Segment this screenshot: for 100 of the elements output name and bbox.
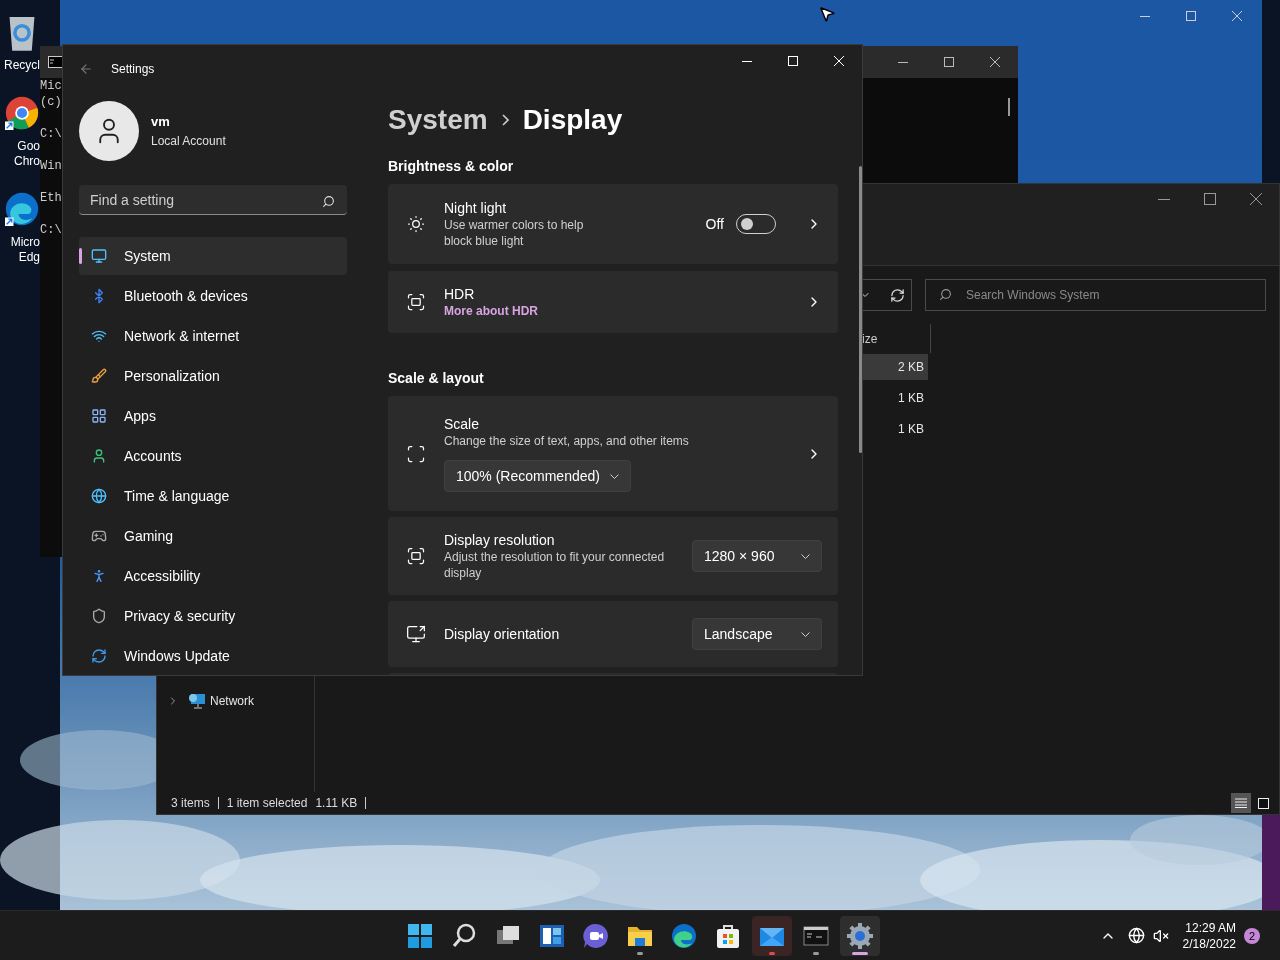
settings-card[interactable]: Display resolution Adjust the resolution to fit your connected display 1280 × 960: [388, 517, 838, 595]
browser-icon: [670, 921, 698, 950]
close-icon: [1250, 193, 1262, 205]
nav-item[interactable]: System: [79, 237, 347, 275]
sun-icon: [406, 214, 426, 234]
settings-card[interactable]: Night light Use warmer colors to help block blue light Off: [388, 184, 838, 264]
clock-date[interactable]: 2/18/2022: [1182, 935, 1236, 952]
breadcrumb-link[interactable]: System: [388, 99, 488, 141]
console-line: Eth: [40, 190, 62, 206]
nav-item[interactable]: Network & internet: [79, 317, 347, 355]
status-text: 3 items: [171, 795, 210, 812]
nav-tree-item[interactable]: Network: [157, 690, 314, 712]
desktop-icon-label[interactable]: Recycl: [4, 58, 40, 73]
lines-icon: [1235, 798, 1247, 808]
nav-item[interactable]: Windows Update: [79, 637, 347, 675]
system-icon: [91, 248, 107, 264]
time-icon: [91, 488, 107, 504]
column-header[interactable]: ize: [862, 329, 878, 348]
gear-icon: [846, 921, 874, 950]
dropdown[interactable]: Landscape: [692, 618, 822, 650]
nav-item[interactable]: Bluetooth & devices: [79, 277, 347, 315]
search-field[interactable]: Search Windows System: [925, 279, 1266, 311]
console-line: Win: [40, 159, 62, 174]
close-icon: [834, 56, 844, 66]
chevron-down-icon: [610, 473, 619, 479]
network-icon: [91, 328, 107, 344]
setting-title: Display resolution: [444, 531, 556, 549]
globe-icon[interactable]: [1127, 927, 1145, 944]
accessibility-icon: [91, 568, 107, 584]
dropdown[interactable]: 1280 × 960: [692, 540, 822, 572]
accounts-icon: [91, 448, 107, 464]
nav-item[interactable]: Privacy & security: [79, 597, 347, 635]
account-type: Local Account: [151, 132, 226, 150]
notification-count[interactable]: 2: [1244, 927, 1260, 944]
section-heading: Scale & layout: [388, 369, 485, 388]
page-title: Display: [522, 103, 623, 137]
settings-card[interactable]: Scale Change the size of text, apps, and other items 100% (Recommended): [388, 396, 838, 511]
nav-item[interactable]: Gaming: [79, 517, 347, 555]
close-icon: [1232, 11, 1242, 21]
nav-item[interactable]: Apps: [79, 397, 347, 435]
apps-icon: [91, 408, 107, 424]
personalization-icon: [91, 368, 107, 384]
status-text: 1.11 KB: [315, 795, 358, 812]
screen-arrow-icon: [406, 624, 426, 644]
nav-item[interactable]: Time & language: [79, 477, 347, 515]
minimize-icon: [1158, 198, 1170, 200]
desktop-icon-label[interactable]: Micro: [10, 235, 40, 250]
desktop-icon-label[interactable]: Edg: [18, 250, 40, 265]
speaker-muted-icon[interactable]: [1152, 927, 1169, 944]
setting-description: Adjust the resolution to fit your connected display: [444, 549, 666, 581]
scrollbar[interactable]: [859, 166, 862, 453]
details-view-button[interactable]: [1231, 793, 1251, 813]
maximize-icon: [788, 56, 798, 66]
setting-title: HDR: [444, 285, 476, 303]
browser-icon: [5, 96, 39, 130]
file-size-cell[interactable]: 1 KB: [862, 416, 928, 442]
dropdown[interactable]: 100% (Recommended): [444, 460, 631, 492]
search-icon: [939, 288, 952, 301]
settings-card[interactable]: Display orientation Landscape: [388, 601, 838, 667]
maximize-icon: [1186, 11, 1196, 21]
nav-item[interactable]: Accessibility: [79, 557, 347, 595]
search-icon: [322, 195, 335, 208]
console-line: Mic: [40, 78, 62, 94]
search-icon: [450, 921, 478, 950]
network-icon: [188, 693, 206, 709]
chevron-down-icon: [801, 631, 810, 637]
taskbar-button[interactable]: [840, 915, 880, 956]
scrollbar-thumb[interactable]: [1008, 98, 1010, 116]
user-name: vm: [151, 113, 171, 132]
four-squares-icon: [406, 921, 434, 950]
settings-card[interactable]: HDR More about HDR: [388, 271, 838, 333]
toggle-state-text: Off: [705, 214, 724, 234]
nav-item[interactable]: Accounts: [79, 437, 347, 475]
clock-time[interactable]: 12:29 AM: [1185, 919, 1236, 936]
setting-description: Use warmer colors to help block blue light: [444, 217, 585, 249]
file-size-cell[interactable]: 2 KB: [862, 354, 928, 380]
section-heading: Brightness & color: [388, 157, 515, 176]
square-icon: [1257, 797, 1269, 809]
maximize-icon: [1204, 193, 1216, 205]
privacy-icon: [91, 608, 107, 624]
console-line: (c): [40, 94, 62, 110]
breadcrumb-chevron-icon: [501, 114, 509, 126]
setting-description: Change the size of text, apps, and other items: [444, 433, 690, 449]
desktop-icon-label[interactable]: Goo: [17, 139, 40, 154]
file-size-cell[interactable]: 1 KB: [862, 385, 928, 411]
update-icon: [91, 648, 107, 664]
nav-item[interactable]: Personalization: [79, 357, 347, 395]
link[interactable]: More about HDR: [444, 303, 788, 319]
taskbar-button[interactable]: [752, 915, 792, 956]
screen-frame-icon: [406, 546, 426, 566]
setting-title: Scale: [444, 415, 481, 433]
console-line: C:\: [40, 222, 62, 238]
refresh-icon[interactable]: [890, 287, 905, 303]
minimize-icon: [898, 61, 908, 63]
desktop-icon-label[interactable]: Chro: [14, 154, 40, 169]
chat-icon: [582, 921, 610, 950]
maximize-icon: [944, 57, 954, 67]
search-field[interactable]: Find a setting: [79, 185, 347, 215]
status-text: 1 item selected: [226, 795, 308, 812]
avatar: [79, 101, 139, 161]
